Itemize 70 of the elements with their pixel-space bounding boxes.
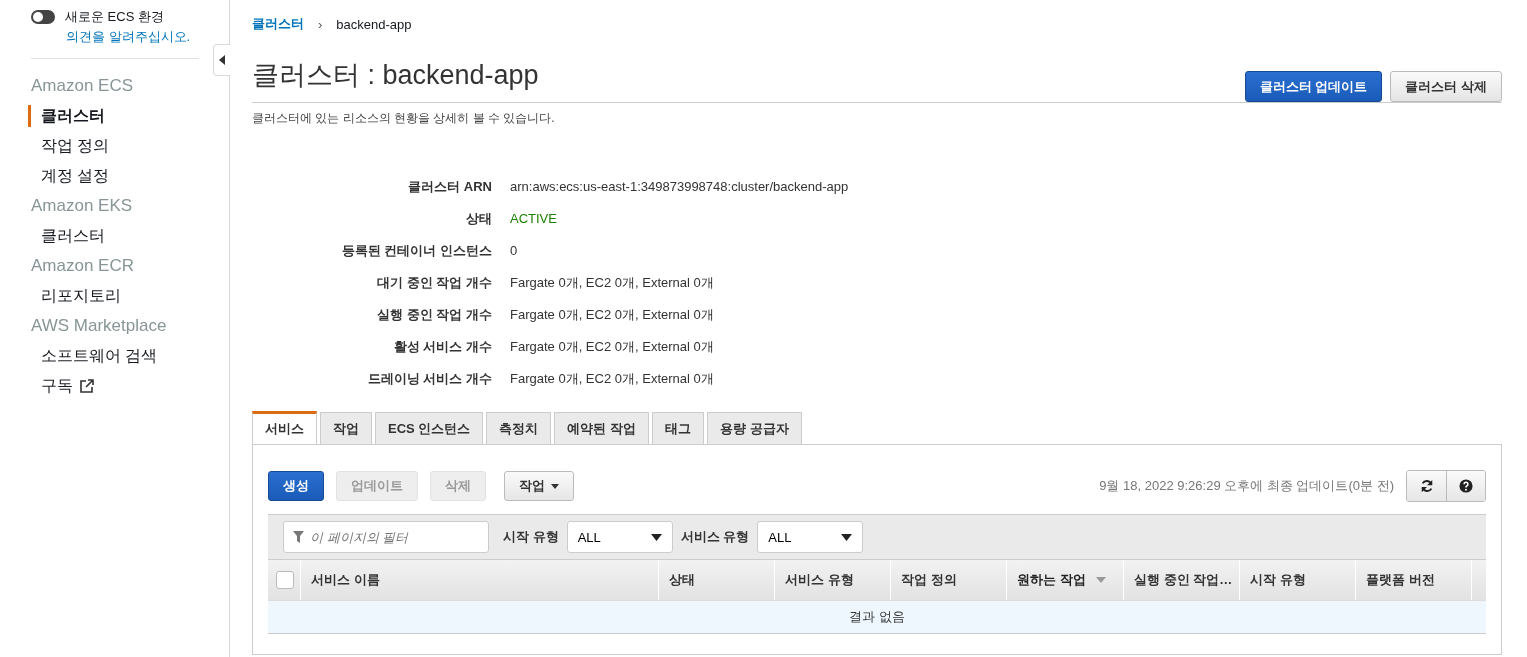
column-header[interactable]: 시작 유형 [1250, 571, 1306, 589]
column-header[interactable]: 작업 정의 [901, 571, 957, 589]
collapse-sidebar-button[interactable] [213, 44, 230, 76]
sidebar-item[interactable]: 소프트웨어 검색 [28, 345, 158, 367]
sidebar-item[interactable]: 작업 정의 [28, 135, 110, 157]
tab[interactable]: 예약된 작업 [554, 412, 649, 444]
detail-value: arn:aws:ecs:us-east-1:349873998748:cluster/backend-app [510, 178, 850, 196]
detail-label: 클러스터 ARN [407, 178, 492, 196]
detail-label: 실행 중인 작업 개수 [376, 306, 492, 324]
detail-value: ACTIVE [510, 210, 558, 228]
update-cluster-button[interactable]: 클러스터 업데이트 [1244, 71, 1383, 102]
feedback-link[interactable]: 의견을 알려주십시오. [66, 28, 191, 46]
detail-value: Fargate 0개, EC2 0개, External 0개 [510, 370, 715, 388]
sidebar-item[interactable]: 구독 [28, 375, 73, 397]
select-dropdown[interactable]: ALL [566, 521, 673, 553]
detail-label: 활성 서비스 개수 [392, 338, 492, 356]
column-header[interactable]: 플랫폼 버전 [1366, 571, 1435, 589]
sidebar-heading: Amazon ECR [31, 255, 135, 277]
empty-results-row: 결과 없음 [268, 600, 1486, 634]
select-label: 서비스 유형 [680, 528, 750, 546]
sidebar-heading: AWS Marketplace [31, 315, 168, 337]
column-header[interactable]: 상태 [669, 571, 695, 589]
sidebar-item[interactable]: 클러스터 [28, 225, 105, 247]
breadcrumb-link[interactable]: 클러스터 [252, 15, 304, 33]
help-icon [1459, 479, 1473, 493]
toggle-switch[interactable] [31, 10, 55, 24]
refresh-icon [1419, 479, 1434, 493]
sidebar-heading: Amazon ECS [31, 75, 135, 97]
create-button[interactable]: 생성 [268, 471, 324, 501]
triangle-left-icon [219, 55, 225, 65]
column-header[interactable]: 서비스 이름 [311, 571, 380, 589]
detail-label: 상태 [465, 210, 492, 228]
sidebar-heading: Amazon EKS [31, 195, 134, 217]
tab[interactable]: ECS 인스턴스 [375, 412, 484, 444]
refresh-button[interactable] [1407, 471, 1446, 501]
breadcrumb-current: backend-app [336, 16, 412, 32]
detail-value: Fargate 0개, EC2 0개, External 0개 [510, 274, 715, 292]
filter-icon [293, 531, 304, 543]
select-dropdown[interactable]: ALL [757, 521, 864, 553]
delete-cluster-button[interactable]: 클러스터 삭제 [1390, 71, 1502, 102]
page-description: 클러스터에 있는 리소스의 현황을 상세히 볼 수 있습니다. [252, 110, 556, 127]
caret-down-icon [650, 533, 662, 541]
column-header[interactable]: 서비스 유형 [785, 571, 854, 589]
page-title: 클러스터 : backend-app [252, 59, 539, 92]
caret-down-icon [551, 483, 559, 489]
detail-label: 등록된 컨테이너 인스턴스 [340, 242, 492, 260]
sidebar-item[interactable]: 계정 설정 [28, 165, 110, 187]
detail-label: 대기 중인 작업 개수 [376, 274, 492, 292]
actions-dropdown-button[interactable]: 작업 [504, 471, 574, 501]
tab[interactable]: 서비스 [252, 411, 317, 444]
tab[interactable]: 작업 [320, 412, 372, 444]
breadcrumb-separator: › [318, 16, 323, 32]
detail-value: 0 [510, 242, 519, 260]
filter-field[interactable]: 이 페이지의 필터 [283, 521, 489, 553]
sidebar-item[interactable]: 클러스터 [28, 105, 105, 127]
select-all-checkbox[interactable] [276, 571, 294, 589]
sidebar-item[interactable]: 리포지토리 [28, 285, 121, 307]
detail-value: Fargate 0개, EC2 0개, External 0개 [510, 306, 715, 324]
column-header[interactable]: 원하는 작업 [1017, 571, 1086, 589]
help-button[interactable] [1446, 471, 1485, 501]
tab[interactable]: 용량 공급자 [706, 412, 802, 444]
detail-label: 드레이닝 서비스 개수 [366, 370, 492, 388]
detail-value: Fargate 0개, EC2 0개, External 0개 [510, 338, 715, 356]
tab[interactable]: 태그 [651, 412, 704, 444]
last-updated-text: 9월 18, 2022 9:26:29 오후에 최종 업데이트(0분 전) [1099, 477, 1394, 495]
column-header[interactable]: 실행 중인 작업… [1134, 571, 1233, 589]
caret-down-icon [841, 533, 853, 541]
tab[interactable]: 측정치 [486, 412, 552, 444]
select-label: 시작 유형 [503, 528, 559, 546]
toggle-label: 새로운 ECS 환경 [65, 8, 164, 26]
